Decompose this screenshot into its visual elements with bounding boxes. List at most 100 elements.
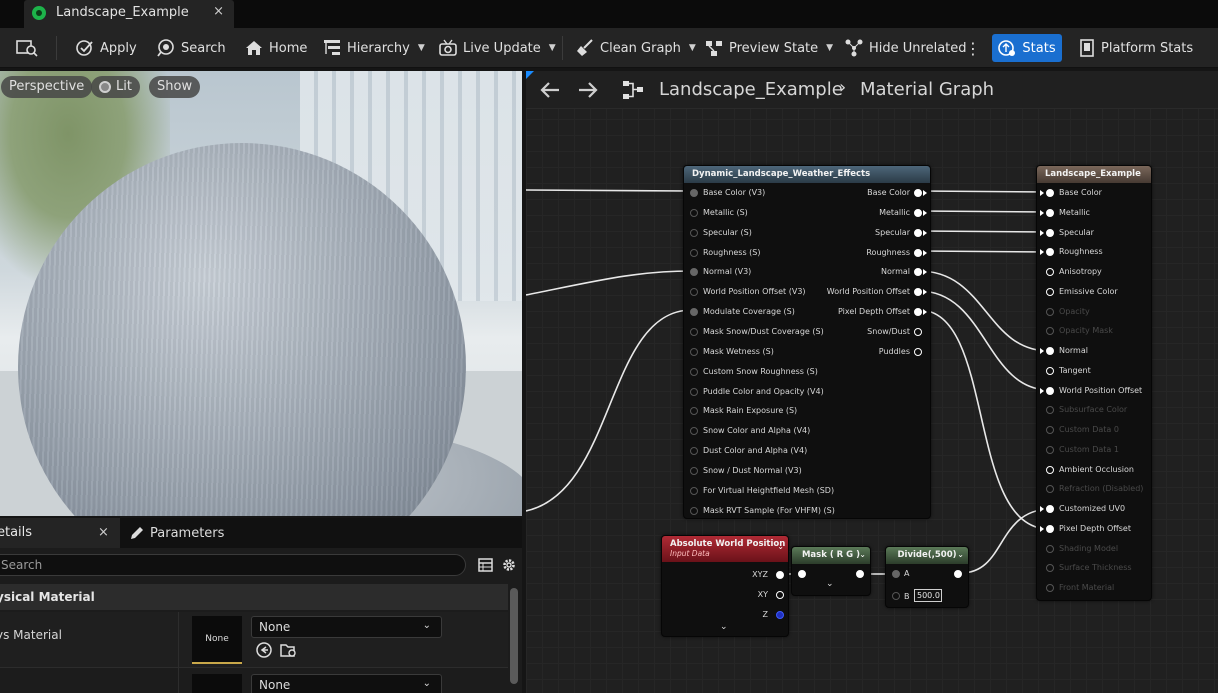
collapse-icon[interactable]: ⌄: [859, 550, 866, 559]
pin-output-connector[interactable]: [914, 248, 922, 257]
collapse-icon[interactable]: ⌄: [957, 550, 964, 559]
pin-input-connector[interactable]: [1046, 386, 1054, 395]
details-search-input[interactable]: Search: [0, 554, 466, 576]
pin-input-connector[interactable]: [1046, 307, 1054, 316]
pin-input-connector[interactable]: [1046, 287, 1054, 296]
pin-z-connector[interactable]: [776, 611, 784, 619]
back-button[interactable]: [540, 71, 560, 109]
asset-thumbnail[interactable]: None: [192, 616, 242, 664]
pin-output-connector[interactable]: [914, 228, 922, 237]
pin-input-connector[interactable]: [690, 466, 698, 475]
pin-xy-connector[interactable]: [776, 591, 784, 599]
show-button[interactable]: Show: [149, 76, 201, 98]
pin-input-connector[interactable]: [1046, 248, 1054, 257]
pin-input-connector[interactable]: [1046, 564, 1054, 573]
live-update-button[interactable]: Live Update ▼: [439, 28, 556, 68]
asset-picker-combo[interactable]: None ⌄: [251, 616, 442, 638]
collapse-icon[interactable]: ⌄: [777, 542, 784, 551]
pin-b-connector[interactable]: [892, 592, 900, 600]
pin-output-connector[interactable]: [914, 308, 922, 317]
pin-input-connector[interactable]: [1046, 327, 1054, 336]
pin-input-connector[interactable]: [690, 208, 698, 217]
apply-button[interactable]: Apply: [76, 28, 137, 68]
forward-button[interactable]: [578, 71, 598, 109]
preview-viewport[interactable]: Perspective Lit Show z x: [0, 71, 522, 516]
expand-icon[interactable]: ⌄: [720, 622, 728, 632]
pin-input-connector[interactable]: [1046, 347, 1054, 355]
pin-output-connector[interactable]: [914, 327, 922, 336]
pin-input-connector[interactable]: [1046, 584, 1054, 592]
node-material-result[interactable]: Landscape_Example Base Color Metallic Spec…: [1036, 165, 1152, 601]
pin-input-connector[interactable]: [1046, 268, 1054, 276]
pin-output-connector[interactable]: [914, 189, 922, 197]
lit-button[interactable]: Lit: [91, 76, 140, 98]
expand-icon[interactable]: ⌄: [826, 579, 834, 589]
table-view-icon[interactable]: [478, 558, 493, 572]
browse-button[interactable]: [16, 28, 38, 68]
pin-input-connector[interactable]: [690, 387, 698, 396]
tab-details[interactable]: etails ×: [0, 518, 120, 548]
pin-input-connector[interactable]: [798, 570, 806, 578]
pin-output-connector[interactable]: [914, 208, 922, 217]
pin-input-connector[interactable]: [1046, 544, 1054, 553]
pin-input-connector[interactable]: [1046, 465, 1054, 474]
node-absolute-world-position[interactable]: Absolute World Position Input Data ⌄ XYZ…: [661, 535, 789, 637]
pin-input-connector[interactable]: [690, 427, 698, 436]
search-button[interactable]: Search: [157, 28, 226, 68]
asset-picker-combo-2[interactable]: None ⌄: [251, 674, 442, 693]
pin-input-connector[interactable]: [690, 248, 698, 257]
pin-a-connector[interactable]: [892, 570, 900, 578]
pin-input-connector[interactable]: [1046, 445, 1054, 454]
stats-button[interactable]: Stats: [992, 34, 1062, 62]
pin-output-connector[interactable]: [914, 288, 922, 297]
material-graph-canvas[interactable]: Landscape_Example › Material Graph Dynam…: [526, 71, 1218, 693]
tab-parameters[interactable]: Parameters: [124, 518, 224, 548]
home-button[interactable]: Home: [245, 28, 307, 68]
pin-input-connector[interactable]: [690, 268, 698, 277]
node-mask-rg[interactable]: Mask ( R G ) ⌄ ⌄: [791, 546, 871, 596]
pin-xyz-connector[interactable]: [776, 571, 784, 579]
pin-input-connector[interactable]: [690, 447, 698, 456]
pin-output-connector[interactable]: [954, 570, 962, 578]
clean-graph-button[interactable]: Clean Graph ▼: [576, 28, 696, 68]
pin-input-connector[interactable]: [1046, 406, 1054, 415]
pin-input-connector[interactable]: [1046, 189, 1054, 197]
pin-input-connector[interactable]: [1046, 208, 1054, 217]
close-tab-icon[interactable]: ×: [213, 4, 224, 19]
hide-unrelated-button[interactable]: Hide Unrelated: [845, 28, 967, 68]
pin-input-connector[interactable]: [1046, 505, 1054, 513]
b-value-input[interactable]: 500.0: [914, 589, 942, 602]
asset-thumbnail-2[interactable]: [192, 674, 242, 693]
perspective-button[interactable]: Perspective: [1, 76, 93, 98]
tab-landscape-example[interactable]: Landscape_Example ×: [24, 0, 234, 28]
pin-input-connector[interactable]: [690, 486, 698, 495]
pin-input-connector[interactable]: [690, 367, 698, 376]
hierarchy-button[interactable]: Hierarchy ▼: [323, 28, 425, 68]
node-divide[interactable]: Divide(,500) ⌄ A B 500.0: [885, 546, 969, 608]
pin-input-connector[interactable]: [690, 506, 698, 515]
pin-input-connector[interactable]: [690, 407, 698, 416]
more-options-button[interactable]: ⋮: [965, 28, 981, 68]
preview-state-button[interactable]: Preview State ▼: [705, 28, 833, 68]
details-scrollbar[interactable]: [510, 588, 518, 684]
node-dynamic-landscape-weather-effects[interactable]: Dynamic_Landscape_Weather_Effects Base C…: [683, 165, 931, 519]
pin-input-connector[interactable]: [690, 347, 698, 356]
pin-input-connector[interactable]: [690, 308, 698, 317]
breadcrumb-root[interactable]: Landscape_Example: [659, 79, 843, 100]
pin-input-connector[interactable]: [690, 327, 698, 336]
pin-output-connector[interactable]: [914, 268, 922, 277]
pin-input-connector[interactable]: [1046, 485, 1054, 494]
pin-output-connector[interactable]: [856, 570, 864, 578]
category-physical-material[interactable]: ysical Material: [0, 584, 508, 610]
gear-icon[interactable]: [501, 557, 517, 573]
browse-asset-icon[interactable]: [280, 642, 298, 658]
close-details-icon[interactable]: ×: [98, 525, 109, 540]
pin-input-connector[interactable]: [1046, 228, 1054, 237]
pin-input-connector[interactable]: [690, 228, 698, 237]
pin-input-connector[interactable]: [1046, 524, 1054, 533]
use-selected-icon[interactable]: [256, 642, 272, 658]
pin-input-connector[interactable]: [1046, 366, 1054, 375]
pin-input-connector[interactable]: [690, 288, 698, 297]
pin-input-connector[interactable]: [690, 189, 698, 197]
pin-output-connector[interactable]: [914, 347, 922, 356]
